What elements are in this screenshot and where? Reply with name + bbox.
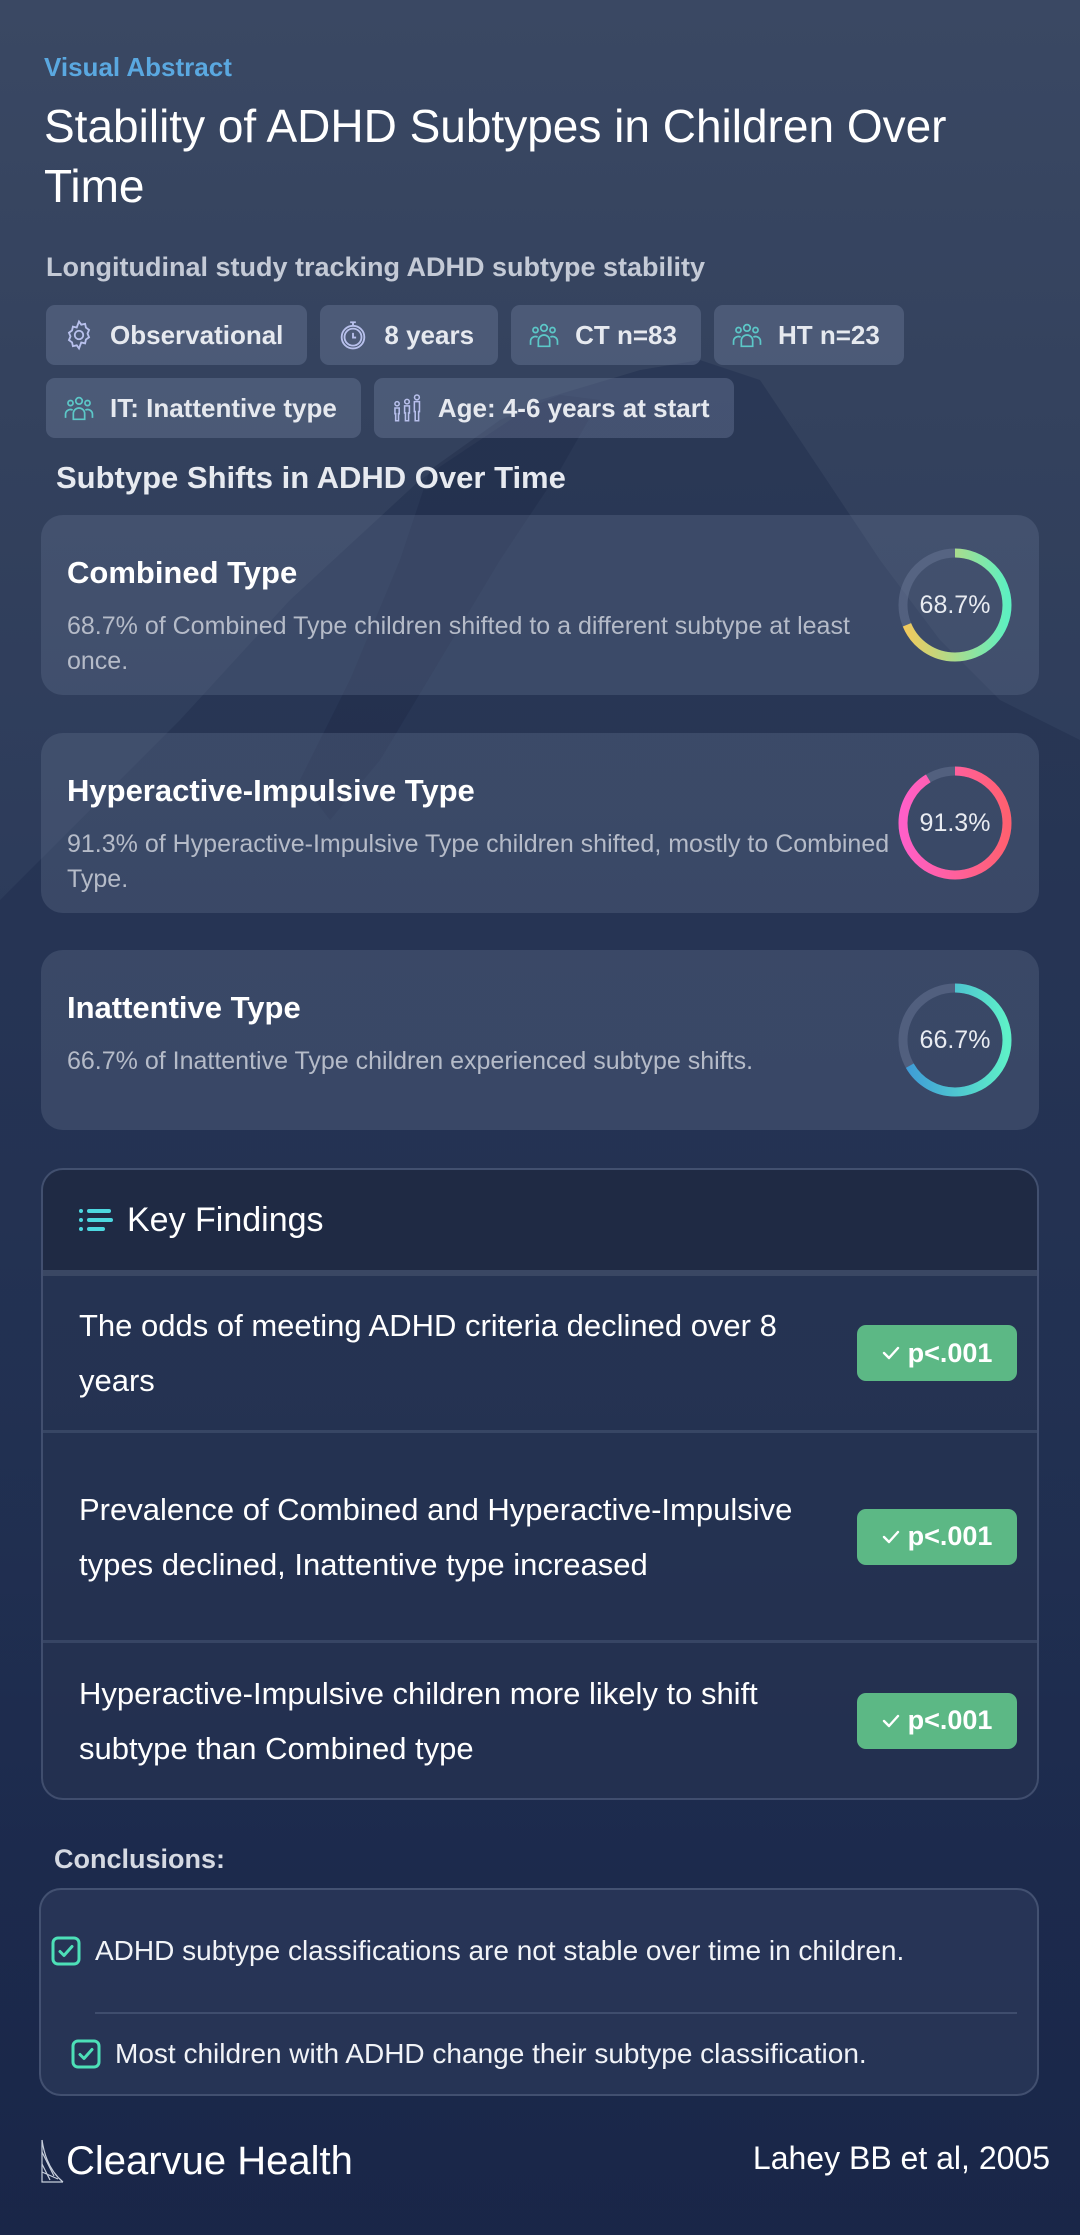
subtype-section-title: Subtype Shifts in ADHD Over Time [56, 460, 566, 495]
tag-age: Age: 4-6 years at start [373, 378, 734, 438]
citation: Lahey BB et al, 2005 [752, 2140, 1050, 2176]
tag-duration: 8 years [320, 305, 499, 365]
conclusion-text: Most children with ADHD change their sub… [115, 2038, 867, 2069]
subtype-card-combined: Combined Type 68.7% of Combined Type chi… [41, 515, 1039, 695]
donut-chart: 68.7% [895, 545, 1015, 665]
check-icon [882, 1714, 899, 1727]
finding-text: The odds of meeting ADHD criteria declin… [79, 1308, 777, 1398]
checkbox-checked-icon [71, 2039, 101, 2069]
tag-it-definition: IT: Inattentive type [46, 378, 361, 438]
brand-logo: Clearvue Health [40, 2138, 353, 2184]
donut-percent-label: 66.7% [919, 1025, 991, 1054]
key-findings-title: Key Findings [127, 1200, 324, 1239]
subtype-card-hyperactive-impulsive: Hyperactive-Impulsive Type 91.3% of Hype… [41, 733, 1039, 913]
donut-percent-label: 91.3% [919, 808, 991, 837]
tag-label: 8 years [384, 319, 475, 350]
conclusions-label: Conclusions: [54, 1844, 226, 1874]
check-icon [882, 1346, 899, 1360]
page-subtitle: Longitudinal study tracking ADHD subtype… [46, 252, 706, 282]
group-icon [732, 323, 762, 348]
page-title: Stability of ADHD Subtypes in Children O… [44, 100, 947, 212]
brand-name: Clearvue Health [66, 2139, 353, 2183]
subtype-card-inattentive: Inattentive Type 66.7% of Inattentive Ty… [41, 950, 1039, 1130]
study-tags: Observational 8 years CT n=83 HT n=23 IT… [46, 305, 1026, 438]
finding-text: Prevalence of Combined and Hyperactive-I… [79, 1491, 793, 1582]
group-icon [529, 323, 559, 348]
tag-label: Observational [110, 319, 284, 350]
tag-label: CT n=83 [575, 319, 677, 350]
finding-row: Prevalence of Combined and Hyperactive-I… [43, 1433, 1037, 1643]
finding-row: The odds of meeting ADHD criteria declin… [43, 1276, 1037, 1433]
conclusion-text: ADHD subtype classifications are not sta… [95, 1935, 905, 1966]
eyebrow-label: Visual Abstract [44, 52, 232, 82]
stopwatch-icon [341, 321, 366, 350]
tag-label: IT: Inattentive type [110, 392, 337, 423]
badge-label: p<.001 [907, 1521, 993, 1551]
subtype-description: 66.7% of Inattentive Type children exper… [67, 1047, 754, 1075]
subtype-description: 91.3% of Hyperactive-Impulsive Type chil… [67, 830, 890, 893]
badge-label: p<.001 [907, 1705, 993, 1735]
check-icon [882, 1530, 899, 1543]
subtype-description: 68.7% of Combined Type children shifted … [67, 612, 850, 675]
donut-chart: 66.7% [895, 980, 1015, 1100]
tag-ht-sample: HT n=23 [713, 305, 904, 365]
logo-mark-icon [41, 2139, 64, 2183]
tag-label: HT n=23 [777, 319, 880, 350]
donut-percent-label: 68.7% [919, 590, 991, 619]
finding-row: Hyperactive-Impulsive children more like… [43, 1643, 1037, 1798]
conclusions-panel: ADHD subtype classifications are not sta… [39, 1888, 1039, 2096]
significance-badge: p<.001 [857, 1692, 1017, 1749]
significance-badge: p<.001 [857, 1325, 1017, 1381]
subtype-name: Combined Type [67, 555, 298, 590]
donut-chart: 91.3% [895, 763, 1015, 883]
family-icon [394, 394, 421, 422]
finding-text: Hyperactive-Impulsive children more like… [79, 1675, 758, 1766]
subtype-name: Hyperactive-Impulsive Type [67, 773, 475, 808]
list-icon [79, 1209, 113, 1231]
gear-icon [67, 319, 91, 351]
conclusion-item: Most children with ADHD change their sub… [61, 2014, 1017, 2094]
badge-label: p<.001 [907, 1337, 993, 1368]
group-icon [64, 396, 94, 421]
key-findings-header: Key Findings [43, 1170, 1037, 1276]
checkbox-checked-icon [51, 1936, 81, 1966]
key-findings-panel: Key Findings The odds of meeting ADHD cr… [41, 1168, 1039, 1800]
tag-label: Age: 4-6 years at start [437, 392, 710, 423]
conclusion-item: ADHD subtype classifications are not sta… [51, 1890, 1017, 2014]
tag-study-design: Observational [46, 305, 308, 365]
subtype-name: Inattentive Type [67, 990, 301, 1025]
tag-ct-sample: CT n=83 [511, 305, 701, 365]
significance-badge: p<.001 [857, 1508, 1017, 1565]
